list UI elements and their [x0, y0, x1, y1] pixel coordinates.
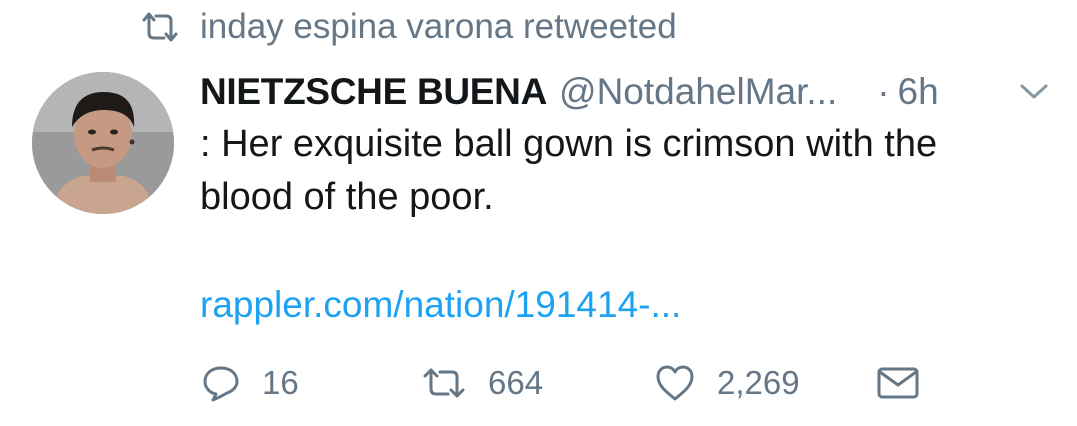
display-name[interactable]: NIETZSCHE BUENA	[200, 71, 547, 113]
time-text: 6h	[897, 71, 939, 112]
reply-count: 16	[262, 364, 299, 401]
timestamp[interactable]: · 6h	[877, 71, 938, 113]
retweet-count: 664	[488, 364, 544, 401]
action-bar: 16 664 2,269	[200, 358, 940, 408]
tweet-text: : Her exquisite ball gown is crimson wit…	[200, 123, 938, 218]
mail-icon	[877, 367, 919, 399]
like-button[interactable]: 2,269	[655, 358, 800, 408]
retweet-icon	[140, 11, 180, 43]
reply-icon	[202, 364, 240, 402]
tweet[interactable]: inday espina varona retweeted NIETZSCHE …	[0, 0, 1077, 426]
separator-dot: ·	[877, 71, 890, 112]
avatar[interactable]	[32, 72, 174, 214]
retweet-context: inday espina varona retweeted	[140, 6, 677, 48]
chevron-down-icon[interactable]	[1019, 80, 1049, 104]
retweet-context-text[interactable]: inday espina varona retweeted	[200, 6, 677, 48]
heart-icon	[655, 364, 695, 402]
tweet-header: NIETZSCHE BUENA @NotdahelMar... · 6h	[200, 66, 1050, 118]
like-count: 2,269	[717, 364, 800, 401]
retweet-button[interactable]: 664	[422, 358, 543, 408]
reply-button[interactable]: 16	[202, 358, 299, 408]
direct-message-button[interactable]	[877, 358, 919, 408]
tweet-link[interactable]: rappler.com/nation/191414-...	[200, 280, 681, 330]
retweet-icon	[422, 366, 466, 400]
user-handle[interactable]: @NotdahelMar...	[559, 71, 837, 113]
